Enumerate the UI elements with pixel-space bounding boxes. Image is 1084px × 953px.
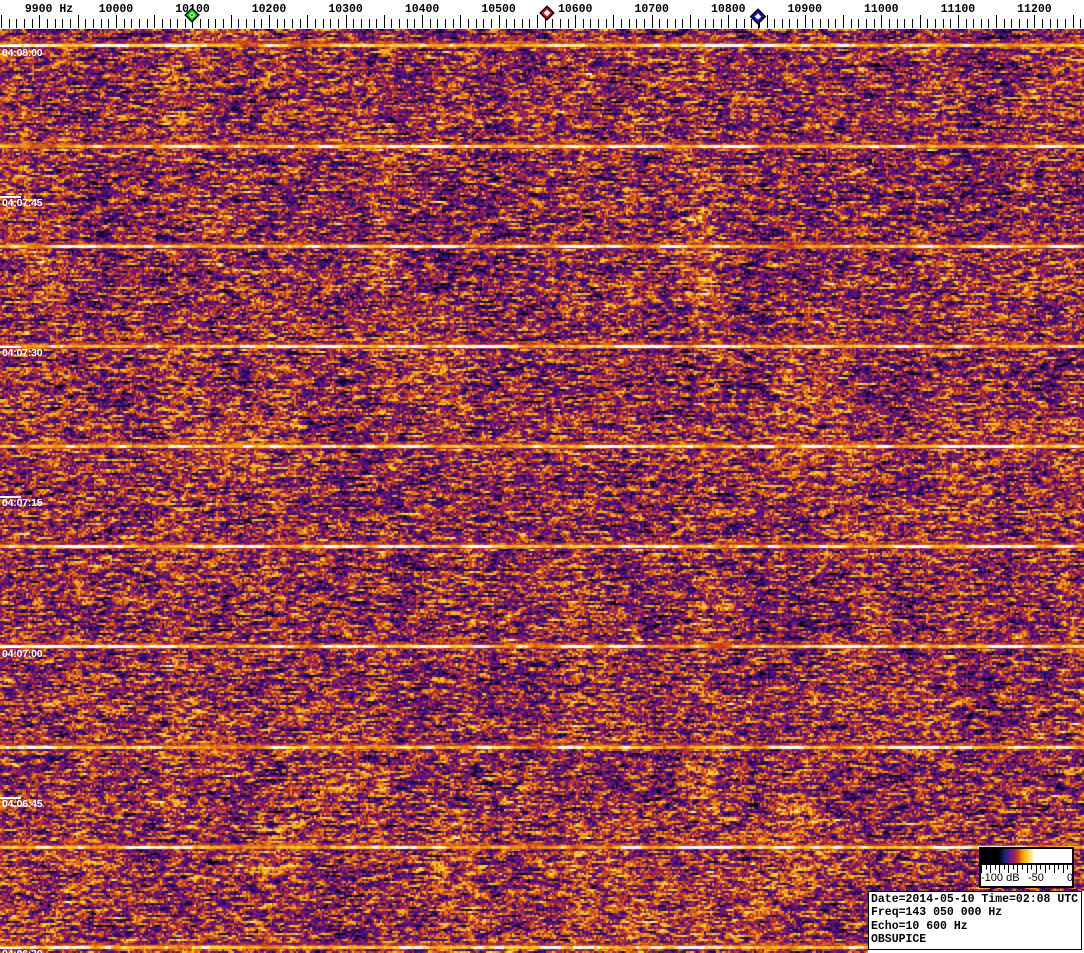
svg-text:11000: 11000 [864,3,899,16]
svg-text:10000: 10000 [99,3,134,16]
svg-text:10500: 10500 [481,3,516,16]
svg-text:10600: 10600 [558,3,593,16]
svg-text:10400: 10400 [405,3,440,16]
svg-text:9900 Hz: 9900 Hz [25,3,73,16]
svg-text:10200: 10200 [252,3,287,16]
svg-text:10900: 10900 [788,3,823,16]
svg-text:10300: 10300 [328,3,363,16]
svg-text:11200: 11200 [1017,3,1052,16]
svg-text:10800: 10800 [711,3,746,16]
svg-text:10700: 10700 [634,3,669,16]
svg-text:11100: 11100 [941,3,976,16]
